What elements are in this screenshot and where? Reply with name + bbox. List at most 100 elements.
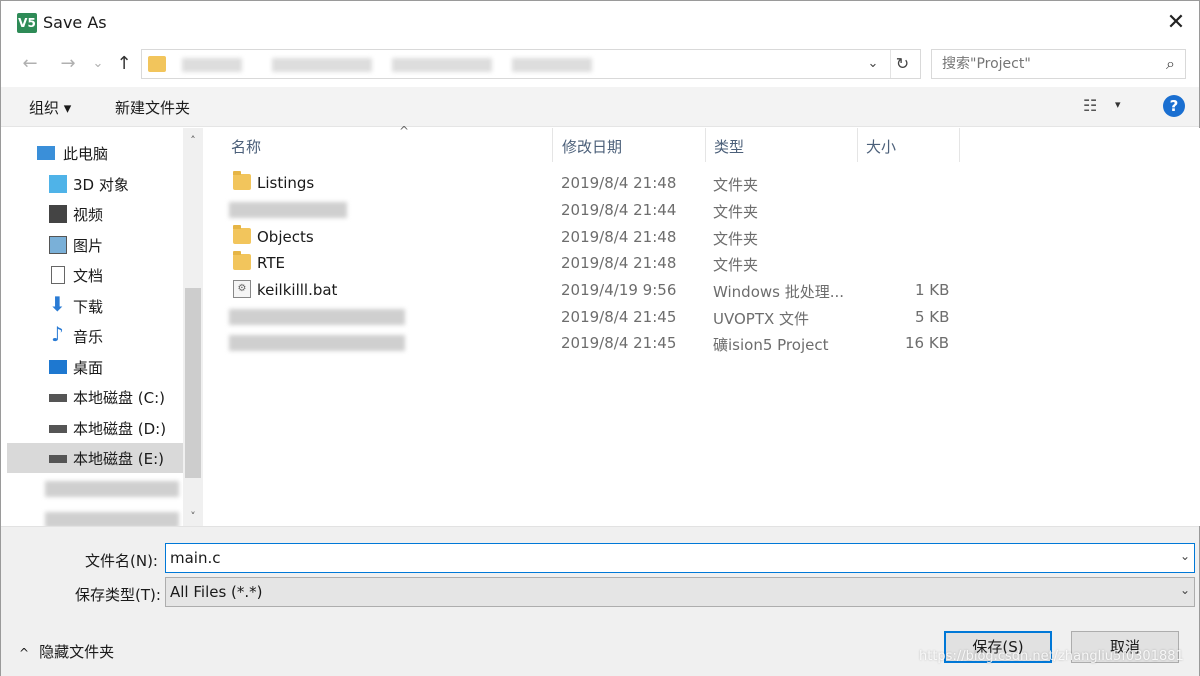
file-date: 2019/8/4 21:45: [561, 334, 677, 352]
batch-file-icon: ⚙: [233, 280, 251, 298]
sidebar-item-label: 图片: [73, 237, 104, 255]
filetype-select[interactable]: All Files (*.*) ⌄: [165, 577, 1195, 607]
new-folder-button[interactable]: 新建文件夹: [115, 97, 190, 118]
save-options-panel: 文件名(N): ⌄ 保存类型(T): All Files (*.*) ⌄ ^ 隐藏…: [1, 526, 1199, 676]
sidebar-item-3d-objects[interactable]: 3D 对象: [7, 169, 183, 199]
hide-folders-toggle[interactable]: ^ 隐藏文件夹: [19, 641, 114, 662]
file-name: Listings: [257, 174, 315, 192]
document-icon: [51, 266, 65, 284]
file-type: 文件夹: [713, 203, 759, 221]
column-header-label: 名称: [231, 138, 262, 156]
redacted-file-name: [229, 335, 405, 351]
hide-folders-label: 隐藏文件夹: [39, 643, 115, 661]
filename-input[interactable]: [170, 548, 1150, 568]
search-input[interactable]: [942, 54, 1142, 74]
filetype-label: 保存类型(T):: [75, 586, 161, 604]
music-icon: ♪: [51, 322, 64, 346]
sidebar-item-music[interactable]: ♪ 音乐: [7, 321, 183, 351]
sidebar-item-drive-c[interactable]: 本地磁盘 (C:): [7, 382, 183, 412]
sidebar-item-label: 文档: [73, 267, 104, 285]
file-date: 2019/8/4 21:48: [561, 174, 677, 192]
organize-menu-button[interactable]: 组织 ▾: [29, 97, 71, 118]
cube-icon: [49, 175, 67, 193]
recent-locations-icon[interactable]: ⌄: [85, 51, 111, 77]
file-type: UVOPTX 文件: [713, 310, 810, 328]
file-date: 2019/8/4 21:44: [561, 201, 677, 219]
forward-arrow-icon[interactable]: →: [55, 51, 81, 77]
filename-field[interactable]: ⌄: [165, 543, 1195, 573]
redacted-sidebar-item: [45, 481, 179, 497]
pc-icon: [37, 146, 55, 160]
column-header-name[interactable]: 名称 ^: [223, 124, 553, 162]
file-date: 2019/8/4 21:48: [561, 228, 677, 246]
drive-icon: [49, 455, 67, 463]
sidebar-item-desktop[interactable]: 桌面: [7, 352, 183, 382]
sidebar-item-label: 3D 对象: [73, 176, 129, 194]
sidebar-item-drive-e[interactable]: 本地磁盘 (E:): [7, 443, 183, 473]
scrollbar-thumb[interactable]: [185, 288, 201, 478]
drive-icon: [49, 394, 67, 402]
chevron-down-icon[interactable]: ⌄: [1180, 549, 1190, 563]
sidebar-item-drive-d[interactable]: 本地磁盘 (D:): [7, 413, 183, 443]
folder-icon: [233, 225, 251, 244]
refresh-icon[interactable]: ↻: [890, 50, 914, 78]
address-dropdown-icon[interactable]: ⌄: [862, 50, 884, 78]
sidebar-item-pictures[interactable]: 图片: [7, 230, 183, 260]
sidebar-item-label: 本地磁盘 (C:): [73, 389, 165, 407]
folder-icon: [233, 171, 251, 190]
file-row-keilkilll-bat[interactable]: ⚙ keilkilll.bat 2019/4/19 9:56 Windows 批…: [225, 277, 1185, 303]
folder-icon: [233, 251, 251, 270]
column-header-date[interactable]: 修改日期: [554, 128, 706, 162]
column-header-label: 类型: [714, 138, 745, 156]
scroll-down-icon[interactable]: ˅: [183, 508, 203, 526]
search-icon[interactable]: ⌕: [1166, 54, 1175, 74]
address-bar[interactable]: ⌄ ↻: [141, 49, 921, 79]
column-header-size[interactable]: 大小: [858, 128, 960, 162]
file-date: 2019/8/4 21:45: [561, 308, 677, 326]
desktop-icon: [49, 360, 67, 374]
sidebar-item-downloads[interactable]: ⬇ 下载: [7, 291, 183, 321]
file-row-listings[interactable]: Listings 2019/8/4 21:48 文件夹: [225, 170, 1185, 196]
save-as-dialog: V5 Save As ✕ ← → ⌄ ↑ ⌄ ↻ ⌕ 组织 ▾ 新建文件夹 ☷ …: [0, 0, 1200, 676]
view-options-icon[interactable]: ☷: [1083, 96, 1097, 115]
file-name: RTE: [257, 254, 285, 272]
download-icon: ⬇: [49, 292, 66, 316]
scroll-up-icon[interactable]: ˄: [183, 132, 203, 150]
file-list: 名称 ^ 修改日期 类型 大小 Listings 2019/8/4 21:48 …: [205, 124, 1200, 526]
file-type: 文件夹: [713, 176, 759, 194]
sidebar-scrollbar[interactable]: ˄ ˅: [183, 128, 203, 526]
file-row-objects[interactable]: Objects 2019/8/4 21:48 文件夹: [225, 224, 1185, 250]
file-row-redacted[interactable]: 2019/8/4 21:45 UVOPTX 文件 5 KB: [225, 304, 1185, 330]
sidebar-item-label: 音乐: [73, 328, 104, 346]
help-icon[interactable]: ?: [1163, 95, 1185, 117]
file-name: keilkilll.bat: [257, 281, 338, 299]
search-box[interactable]: ⌕: [931, 49, 1186, 79]
close-button[interactable]: ✕: [1153, 1, 1199, 45]
command-toolbar: 组织 ▾ 新建文件夹 ☷ ▾ ?: [1, 87, 1199, 127]
sort-ascending-icon: ^: [399, 124, 410, 138]
view-dropdown-icon[interactable]: ▾: [1115, 98, 1121, 111]
file-row-rte[interactable]: RTE 2019/8/4 21:48 文件夹: [225, 250, 1185, 276]
sidebar-item-label: 下载: [73, 298, 104, 316]
file-type: Windows 批处理...: [713, 283, 845, 301]
sidebar-item-label: 视频: [73, 206, 104, 224]
sidebar-item-videos[interactable]: 视频: [7, 199, 183, 229]
redacted-file-name: [229, 202, 347, 218]
column-header-type[interactable]: 类型: [706, 128, 858, 162]
sidebar-item-label: 本地磁盘 (D:): [73, 420, 167, 438]
sidebar-item-this-pc[interactable]: 此电脑: [7, 138, 183, 168]
video-icon: [49, 205, 67, 223]
navigation-bar: ← → ⌄ ↑ ⌄ ↻ ⌕: [1, 45, 1199, 85]
filetype-value: All Files (*.*): [170, 583, 263, 601]
keil-app-icon: V5: [17, 13, 37, 33]
redacted-file-name: [229, 309, 405, 325]
file-row-redacted[interactable]: 2019/8/4 21:44 文件夹: [225, 197, 1185, 223]
file-date: 2019/4/19 9:56: [561, 281, 677, 299]
file-row-redacted[interactable]: 2019/8/4 21:45 礦ision5 Project 16 KB: [225, 330, 1185, 356]
up-arrow-icon[interactable]: ↑: [111, 51, 137, 77]
window-title: Save As: [43, 13, 107, 32]
sidebar-item-documents[interactable]: 文档: [7, 260, 183, 290]
back-arrow-icon[interactable]: ←: [17, 51, 43, 77]
chevron-down-icon[interactable]: ⌄: [1180, 583, 1190, 597]
sidebar-item-label: 桌面: [73, 359, 104, 377]
